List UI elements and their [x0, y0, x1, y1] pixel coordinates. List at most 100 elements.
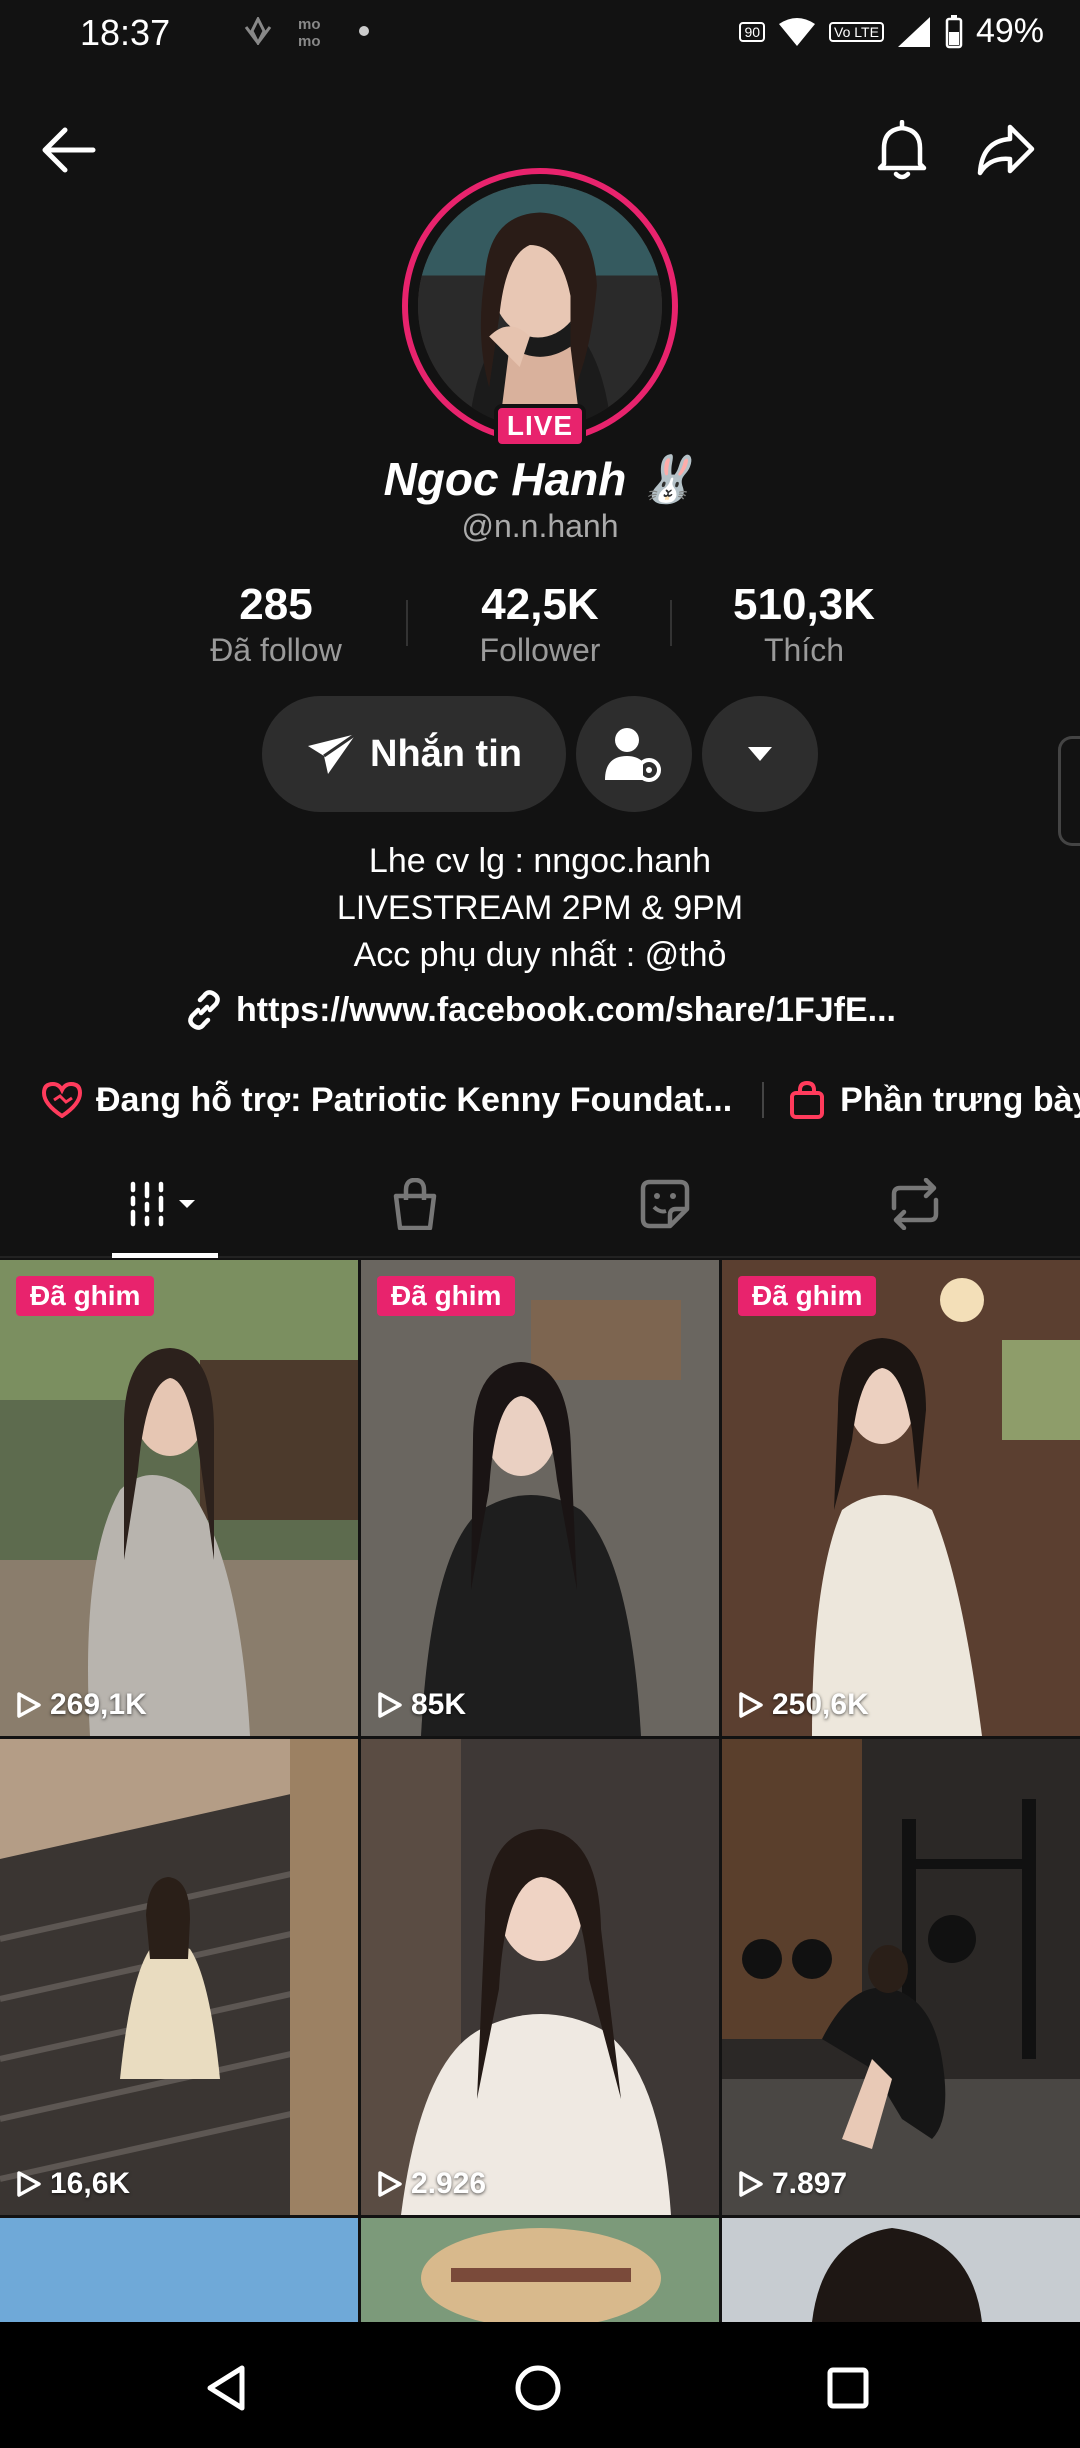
- share-arrow-icon: [977, 124, 1035, 176]
- dot-icon: [359, 26, 369, 36]
- pinned-badge: Đã ghim: [738, 1276, 877, 1316]
- stat-label: Follower: [479, 632, 601, 668]
- link-icon: [188, 990, 220, 1030]
- status-time: 18:37: [80, 12, 171, 53]
- view-count-text: 7.897: [772, 2167, 848, 2200]
- bio-line: Acc phụ duy nhất : @thỏ: [353, 936, 727, 974]
- shop-bag-icon: [393, 1178, 437, 1230]
- message-button[interactable]: Nhắn tin: [262, 696, 566, 812]
- stat-likes[interactable]: 510,3K Thích: [674, 580, 934, 669]
- profile-tabs: [0, 1150, 1080, 1258]
- live-badge[interactable]: LIVE: [494, 404, 586, 448]
- refresh-rate-badge: 90: [739, 21, 766, 42]
- leaf-app-icon: [244, 17, 272, 45]
- tab-videos[interactable]: [65, 1150, 265, 1258]
- video-tile[interactable]: Đã ghim 250,6K: [722, 1260, 1080, 1736]
- tab-reposts[interactable]: [815, 1150, 1015, 1258]
- video-tile[interactable]: Đã ghim 269,1K: [0, 1260, 358, 1736]
- video-tile[interactable]: 2.926: [361, 1739, 719, 2215]
- profile-bio: Lhe cv lg : nngoc.hanh LIVESTREAM 2PM & …: [0, 838, 1080, 979]
- circle-home-icon: [515, 2365, 561, 2411]
- system-home-button[interactable]: [508, 2358, 568, 2418]
- profile-stats: 285 Đã follow 42,5K Follower 510,3K Thíc…: [0, 580, 1080, 670]
- video-tile[interactable]: Đã ghim 85K: [361, 1260, 719, 1736]
- system-recents-button[interactable]: [818, 2358, 878, 2418]
- profile-name: Ngoc Hanh 🐰: [383, 453, 697, 505]
- play-icon: [739, 2171, 763, 2197]
- avatar-portrait: [418, 184, 662, 428]
- video-thumbnail: [722, 1260, 1080, 1736]
- notification-icons: mo mo: [242, 14, 370, 48]
- back-button[interactable]: [28, 110, 108, 190]
- profile-handle: @n.n.hanh: [461, 508, 619, 544]
- wifi-icon: [779, 17, 816, 46]
- stat-followers[interactable]: 42,5K Follower: [410, 580, 670, 669]
- video-tile[interactable]: [361, 2218, 719, 2322]
- video-tile[interactable]: [0, 2218, 358, 2322]
- sticker-icon: [640, 1179, 690, 1229]
- view-count: 250,6K: [738, 1688, 869, 1722]
- view-count: 269,1K: [16, 1688, 147, 1722]
- volte-badge: Vo LTE: [829, 21, 884, 42]
- status-bar: 18:37 mo mo 90 Vo LTE 49%: [0, 0, 1080, 68]
- caret-down-icon: [748, 747, 772, 761]
- view-count-text: 16,6K: [50, 2167, 131, 2200]
- divider: [762, 1082, 765, 1118]
- view-count-text: 2.926: [411, 2167, 487, 2200]
- charity-heart-icon: [42, 1082, 82, 1118]
- pinned-badge: Đã ghim: [16, 1276, 155, 1316]
- stat-following[interactable]: 285 Đã follow: [146, 580, 406, 669]
- video-thumbnail: [0, 2218, 358, 2322]
- showcase-link[interactable]: Phần trưng bày: [840, 1081, 1080, 1120]
- charity-link[interactable]: Đang hỗ trợ: Patriotic Kenny Foundat...: [96, 1081, 732, 1120]
- video-tile[interactable]: [722, 2218, 1080, 2322]
- video-thumbnail: [722, 1739, 1080, 2215]
- video-thumbnail: [0, 1260, 358, 1736]
- more-options-button[interactable]: [702, 696, 818, 812]
- stat-label: Đã follow: [210, 632, 342, 668]
- follow-settings-button[interactable]: [576, 696, 692, 812]
- square-recents-icon: [827, 2367, 869, 2409]
- profile-actions: Nhắn tin: [0, 696, 1080, 846]
- view-count-text: 85K: [411, 1688, 467, 1721]
- bio-link[interactable]: https://www.facebook.com/share/1FJfE...: [0, 990, 1080, 1030]
- video-tile[interactable]: 7.897: [722, 1739, 1080, 2215]
- bio-line: Lhe cv lg : nngoc.hanh: [368, 842, 712, 880]
- video-tile[interactable]: 16,6K: [0, 1739, 358, 2215]
- video-thumbnail: [361, 2218, 719, 2322]
- active-tab-indicator: [112, 1253, 218, 1258]
- share-button[interactable]: [966, 110, 1046, 190]
- play-icon: [17, 2171, 41, 2197]
- notifications-button[interactable]: [862, 110, 942, 190]
- repost-icon: [891, 1178, 939, 1230]
- battery-percent: 49%: [975, 12, 1044, 50]
- side-panel-handle[interactable]: [1058, 736, 1080, 846]
- avatar-photo: [418, 184, 662, 428]
- system-back-button[interactable]: [196, 2358, 256, 2418]
- system-status: 90 Vo LTE 49%: [739, 12, 1044, 51]
- view-count: 85K: [377, 1688, 466, 1722]
- video-thumbnail: [361, 1739, 719, 2215]
- video-thumbnail: [0, 1739, 358, 2215]
- view-count-text: 250,6K: [772, 1688, 869, 1721]
- tab-favorites[interactable]: [565, 1150, 765, 1258]
- send-icon: [308, 732, 357, 774]
- pinned-badge: Đã ghim: [377, 1276, 516, 1316]
- system-nav-bar: [0, 2322, 1080, 2448]
- shopping-bag-icon: [790, 1081, 825, 1119]
- user-settings-icon: [605, 728, 661, 782]
- profile-avatar[interactable]: [402, 168, 678, 444]
- bell-icon: [877, 120, 927, 180]
- video-thumbnail: [722, 2218, 1080, 2322]
- play-icon: [17, 1692, 41, 1718]
- stat-value: 42,5K: [481, 580, 599, 629]
- tab-shop[interactable]: [315, 1150, 515, 1258]
- videos-grid-icon: [130, 1181, 195, 1227]
- play-icon: [378, 1692, 402, 1718]
- stat-value: 285: [239, 580, 313, 629]
- video-thumbnail: [361, 1260, 719, 1736]
- battery-icon: [945, 14, 963, 48]
- arrow-left-icon: [42, 127, 96, 173]
- support-row: Đang hỗ trợ: Patriotic Kenny Foundat... …: [42, 1070, 1080, 1130]
- view-count-text: 269,1K: [50, 1688, 147, 1721]
